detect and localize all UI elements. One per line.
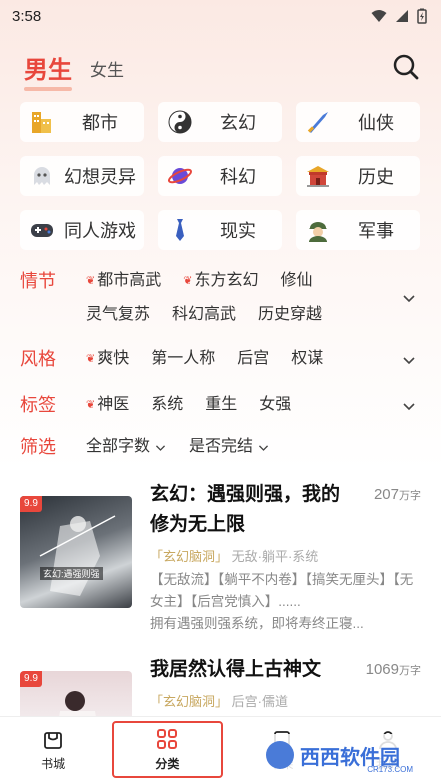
sword-icon bbox=[304, 108, 332, 136]
filter-option[interactable]: ❦ 神医 bbox=[86, 388, 129, 422]
category-label: 玄幻 bbox=[220, 113, 256, 133]
fire-icon: ❦ bbox=[86, 275, 96, 287]
category-grid-icon bbox=[157, 729, 178, 749]
category-label: 幻想灵异 bbox=[64, 167, 136, 187]
soldier-icon bbox=[304, 216, 332, 244]
signal-icon bbox=[396, 10, 408, 22]
category-label: 现实 bbox=[220, 221, 256, 241]
filter-option[interactable]: 第一人称 bbox=[151, 342, 215, 376]
filter-key: 情节 bbox=[20, 271, 56, 291]
word-count-dropdown[interactable]: 全部字数 bbox=[86, 430, 167, 464]
filter-option[interactable]: ❦ 东方玄幻 bbox=[183, 264, 258, 298]
filter-option[interactable]: 后宫 bbox=[237, 342, 269, 376]
category-history[interactable]: 历史 bbox=[296, 156, 420, 196]
filter-option[interactable]: ❦ 都市高武 bbox=[86, 264, 161, 298]
nav-category[interactable]: 分类 bbox=[112, 721, 223, 778]
filter-option[interactable]: ❦ 爽快 bbox=[86, 342, 129, 376]
chevron-down-icon[interactable] bbox=[401, 352, 417, 368]
book-cover[interactable]: 9.9 玄幻:遇强则强 bbox=[20, 496, 132, 608]
filter-row-tags: 标签 ❦ 神医 系统 重生 女强 bbox=[20, 388, 421, 422]
filter-option[interactable]: 修仙 bbox=[280, 264, 312, 298]
filter-option[interactable]: 权谋 bbox=[291, 342, 323, 376]
filter-option[interactable]: 历史穿越 bbox=[258, 298, 322, 332]
nav-bookstore[interactable]: 书城 bbox=[0, 717, 106, 784]
tab-female[interactable]: 女生 bbox=[90, 56, 124, 81]
chevron-down-icon[interactable] bbox=[401, 290, 417, 306]
filter-option[interactable]: 重生 bbox=[205, 388, 237, 422]
category-fantasy[interactable]: 幻想灵异 bbox=[20, 156, 144, 196]
book-title: 我居然认得上古神文 bbox=[150, 659, 322, 680]
book-synopsis: 拥有遇强则强系统，即将寿终正寝... bbox=[150, 616, 364, 631]
fire-icon: ❦ bbox=[183, 275, 193, 287]
ghost-icon bbox=[28, 162, 56, 190]
category-scifi[interactable]: 科幻 bbox=[158, 156, 282, 196]
category-xianxia[interactable]: 仙侠 bbox=[296, 102, 420, 142]
wifi-icon bbox=[371, 10, 387, 22]
filter-option[interactable]: 系统 bbox=[151, 388, 183, 422]
status-icons bbox=[371, 8, 427, 24]
nav-label: 分类 bbox=[155, 757, 180, 771]
chevron-down-icon[interactable] bbox=[401, 398, 417, 414]
watermark: 西西软件园 CR173.COM bbox=[243, 734, 423, 776]
category-label: 仙侠 bbox=[358, 113, 394, 133]
filter-key: 筛选 bbox=[20, 437, 56, 457]
word-count: 207万字 bbox=[373, 486, 421, 503]
word-count: 1069万字 bbox=[365, 661, 421, 678]
book-description: 【无敌流】【躺平不内卷】【搞笑无厘头】【无女主】【后宫党慎入】...... bbox=[150, 572, 414, 609]
category-military[interactable]: 军事 bbox=[296, 210, 420, 250]
category-label: 历史 bbox=[358, 167, 394, 187]
fire-icon: ❦ bbox=[86, 353, 96, 365]
category-label: 科幻 bbox=[220, 167, 256, 187]
category-xuanhuan[interactable]: 玄幻 bbox=[158, 102, 282, 142]
filter-option[interactable]: 女强 bbox=[259, 388, 291, 422]
fire-icon: ❦ bbox=[86, 399, 96, 411]
nav-label: 书城 bbox=[41, 757, 66, 771]
chevron-down-icon bbox=[155, 444, 166, 451]
book-tags: 「玄幻脑洞」 后宫·儒道 bbox=[150, 694, 288, 709]
category-city[interactable]: 都市 bbox=[20, 102, 144, 142]
book-title: 玄幻：遇强则强，我的修为无上限 bbox=[150, 484, 341, 535]
filter-row-sort: 筛选 全部字数 是否完结 bbox=[20, 430, 421, 464]
cover-text: 玄幻:遇强则强 bbox=[40, 567, 103, 580]
category-reality[interactable]: 现实 bbox=[158, 210, 282, 250]
palace-icon bbox=[304, 162, 332, 190]
category-label: 同人游戏 bbox=[64, 221, 136, 241]
gamepad-icon bbox=[28, 216, 56, 244]
category-grid: 都市 玄幻 仙侠 幻想灵异 科幻 历史 同人游戏 现实 军事 bbox=[0, 102, 441, 250]
book-tags: 「玄幻脑洞」 无敌·躺平·系统 bbox=[150, 549, 319, 564]
search-button[interactable] bbox=[391, 52, 421, 82]
status-time: 3:58 bbox=[12, 7, 42, 25]
battery-icon bbox=[417, 8, 427, 24]
filter-panel: 情节 ❦ 都市高武 ❦ 东方玄幻 修仙 灵气复苏 科幻高武 历史穿越 风格 ❦ 爽快 … bbox=[0, 264, 441, 464]
filter-option[interactable]: 科幻高武 bbox=[172, 298, 236, 332]
book-item[interactable]: 9.9 玄幻:遇强则强 玄幻：遇强则强，我的修为无上限 207万字 「玄幻脑洞」… bbox=[20, 480, 421, 635]
filter-option[interactable]: 灵气复苏 bbox=[86, 298, 150, 332]
category-label: 都市 bbox=[82, 113, 118, 133]
search-icon bbox=[393, 54, 419, 80]
filter-row-style: 风格 ❦ 爽快 第一人称 后宫 权谋 bbox=[20, 342, 421, 376]
category-fan-game[interactable]: 同人游戏 bbox=[20, 210, 144, 250]
rating-badge: 9.9 bbox=[20, 496, 42, 512]
planet-icon bbox=[166, 162, 194, 190]
city-icon bbox=[28, 108, 56, 136]
tab-male[interactable]: 男生 bbox=[24, 50, 72, 91]
watermark-sub: CR173.COM bbox=[367, 765, 413, 774]
bookshelf-icon bbox=[44, 732, 63, 749]
completion-dropdown[interactable]: 是否完结 bbox=[189, 430, 270, 464]
filter-key: 风格 bbox=[20, 349, 56, 369]
rating-badge: 9.9 bbox=[20, 671, 42, 687]
filter-key: 标签 bbox=[20, 395, 56, 415]
status-bar: 3:58 bbox=[0, 0, 441, 32]
filter-row-plot: 情节 ❦ 都市高武 ❦ 东方玄幻 修仙 灵气复苏 科幻高武 历史穿越 bbox=[20, 264, 421, 332]
watermark-logo-icon bbox=[266, 741, 294, 769]
chevron-down-icon bbox=[259, 444, 269, 451]
tie-icon bbox=[166, 216, 194, 244]
header: 男生 女生 bbox=[0, 32, 441, 102]
taiji-icon bbox=[166, 108, 194, 136]
category-label: 军事 bbox=[358, 221, 394, 241]
